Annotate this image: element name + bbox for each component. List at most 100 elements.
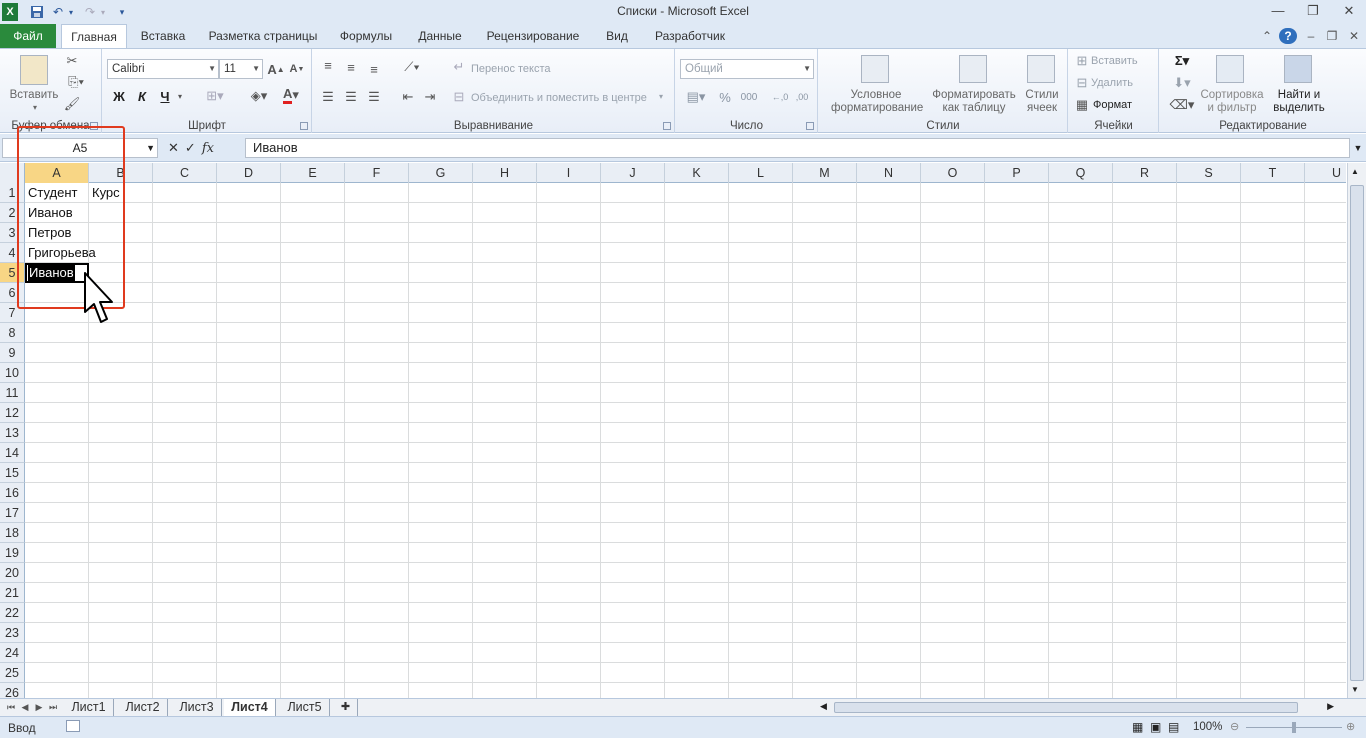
scroll-left-icon[interactable]: ◀ [820,701,827,712]
column-header-k[interactable]: K [665,163,729,183]
cancel-entry-icon[interactable]: ✕ [168,140,179,156]
horizontal-scrollbar[interactable]: ◀ ▶ [808,700,1338,715]
number-launcher-icon[interactable] [806,122,814,130]
vertical-scroll-thumb[interactable] [1350,185,1364,681]
find-select-button[interactable]: Найти и выделить [1268,89,1330,115]
page-layout-view-icon[interactable]: ▣ [1150,720,1161,734]
decrease-decimal-icon[interactable]: ,00 [792,89,812,105]
column-header-j[interactable]: J [601,163,665,183]
restore-button[interactable]: ❐ [1300,2,1326,20]
row-header-9[interactable]: 9 [0,343,25,363]
horizontal-scroll-thumb[interactable] [834,702,1298,713]
zoom-in-icon[interactable]: ⊕ [1346,720,1355,733]
delete-cells-button[interactable]: Удалить [1091,77,1133,89]
font-launcher-icon[interactable] [300,122,308,130]
zoom-slider-thumb[interactable] [1292,722,1296,733]
column-header-u[interactable]: U [1305,163,1346,183]
sheet-tab-3[interactable]: Лист3 [172,699,222,716]
shrink-font-icon[interactable]: A ▼ [288,60,306,78]
vertical-scrollbar[interactable]: ▲ ▼ [1347,163,1366,698]
row-header-23[interactable]: 23 [0,623,25,643]
minimize-button[interactable]: — [1265,2,1291,20]
workbook-minimize-icon[interactable]: – [1302,28,1320,44]
row-header-26[interactable]: 26 [0,683,25,698]
cut-icon[interactable]: ✂ [64,53,80,69]
underline-dropdown-icon[interactable]: ▾ [175,87,185,105]
tab-home[interactable]: Главная [61,24,127,49]
sheet-tab-1[interactable]: Лист1 [64,699,114,716]
confirm-entry-icon[interactable]: ✓ [185,140,196,156]
column-header-m[interactable]: M [793,163,857,183]
merge-center-icon[interactable]: ⊟ [451,89,467,105]
column-header-d[interactable]: D [217,163,281,183]
sheet-tab-5[interactable]: Лист5 [280,699,330,716]
row-header-18[interactable]: 18 [0,523,25,543]
column-header-r[interactable]: R [1113,163,1177,183]
fill-icon[interactable]: ⬇▾ [1168,75,1196,91]
format-as-table-icon[interactable] [959,55,987,83]
insert-sheet-icon[interactable]: ✚ [334,699,358,716]
paste-icon[interactable] [20,55,48,85]
alignment-launcher-icon[interactable] [663,122,671,130]
row-header-12[interactable]: 12 [0,403,25,423]
close-button[interactable]: ✕ [1336,2,1362,20]
copy-icon[interactable]: ⎘▾ [64,74,88,90]
number-format-combo[interactable]: Общий ▼ [680,59,814,79]
tab-view[interactable]: Вид [597,24,637,48]
macro-record-icon[interactable] [66,720,80,732]
align-left-icon[interactable]: ☰ [319,89,337,105]
row-header-25[interactable]: 25 [0,663,25,683]
cell-styles-icon[interactable] [1027,55,1055,83]
column-header-p[interactable]: P [985,163,1049,183]
minimize-ribbon-icon[interactable]: ⌃ [1258,28,1276,44]
binoculars-icon[interactable] [1284,55,1312,83]
font-size-combo[interactable]: 11 ▼ [219,59,263,79]
row-header-21[interactable]: 21 [0,583,25,603]
normal-view-icon[interactable]: ▦ [1132,720,1143,734]
workbook-close-icon[interactable]: ✕ [1345,28,1363,44]
row-header-22[interactable]: 22 [0,603,25,623]
font-color-icon[interactable]: A ▾ [277,85,305,105]
accounting-format-icon[interactable]: ▤▾ [682,89,710,105]
column-header-f[interactable]: F [345,163,409,183]
column-header-g[interactable]: G [409,163,473,183]
help-icon[interactable]: ? [1279,28,1297,44]
conditional-formatting-button[interactable]: Условное форматирование [831,89,923,115]
tab-page-layout[interactable]: Разметка страницы [205,24,321,48]
tab-file[interactable]: Файл [0,24,56,48]
increase-decimal-icon[interactable]: ←,0 [770,89,790,105]
column-header-h[interactable]: H [473,163,537,183]
font-name-combo[interactable]: Calibri ▼ [107,59,219,79]
column-header-i[interactable]: I [537,163,601,183]
scroll-down-icon[interactable]: ▼ [1351,685,1359,694]
column-header-e[interactable]: E [281,163,345,183]
sort-filter-icon[interactable] [1216,55,1244,83]
orientation-icon[interactable]: ⟋▾ [399,59,425,75]
wrap-text-icon[interactable]: ↵ [451,59,467,75]
insert-function-button[interactable]: fx [202,141,214,156]
tab-data[interactable]: Данные [410,24,470,48]
column-header-o[interactable]: O [921,163,985,183]
insert-cells-button[interactable]: Вставить [1091,55,1138,67]
conditional-formatting-icon[interactable] [861,55,889,83]
format-painter-icon[interactable]: 🖌 [64,96,81,112]
workbook-restore-icon[interactable]: ❐ [1323,28,1341,44]
format-cells-button[interactable]: Формат [1093,99,1132,111]
row-header-11[interactable]: 11 [0,383,25,403]
row-header-13[interactable]: 13 [0,423,25,443]
insert-cells-icon[interactable]: ⊞ [1075,53,1089,68]
row-header-16[interactable]: 16 [0,483,25,503]
grow-font-icon[interactable]: A ▲ [267,60,285,78]
paste-dropdown-icon[interactable]: ▾ [28,101,42,114]
thousands-button[interactable]: 000 [738,89,760,105]
delete-cells-icon[interactable]: ⊟ [1075,75,1089,90]
scroll-up-icon[interactable]: ▲ [1351,167,1359,176]
italic-button[interactable]: К [134,87,150,105]
prev-sheet-icon[interactable]: ◀ [18,700,32,715]
expand-formula-bar-icon[interactable]: ▼ [1351,138,1365,158]
merge-center-button[interactable]: Объединить и поместить в центре [471,92,647,104]
tab-insert[interactable]: Вставка [133,24,193,48]
last-sheet-icon[interactable]: ⏭ [46,700,60,715]
format-as-table-button[interactable]: Форматировать как таблицу [927,89,1021,115]
column-header-t[interactable]: T [1241,163,1305,183]
